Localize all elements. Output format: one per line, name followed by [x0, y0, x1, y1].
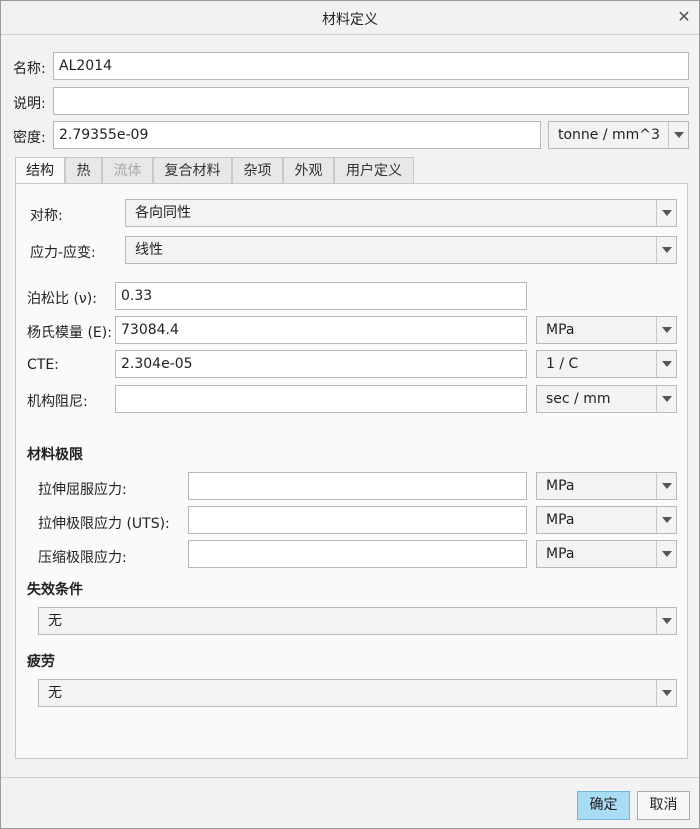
cte-label: CTE: — [27, 357, 59, 373]
chevron-down-icon — [668, 122, 688, 148]
fatigue-value: 无 — [48, 685, 62, 701]
density-label: 密度: — [13, 130, 46, 146]
name-input[interactable]: AL2014 — [53, 52, 689, 80]
density-unit-select[interactable]: tonne / mm^3 — [548, 121, 689, 149]
footer-divider — [1, 777, 699, 778]
title-bar: 材料定义 ✕ — [1, 1, 699, 35]
dialog-title: 材料定义 — [322, 12, 378, 28]
stress-strain-select[interactable]: 线性 — [125, 236, 677, 264]
tensile-yield-label: 拉伸屈服应力: — [38, 482, 127, 498]
young-modulus-label: 杨氏模量 (E): — [27, 325, 112, 341]
chevron-down-icon — [656, 608, 676, 634]
chevron-down-icon — [656, 317, 676, 343]
compressive-ultimate-unit: MPa — [546, 546, 575, 562]
tensile-ultimate-unit: MPa — [546, 512, 575, 528]
poisson-label: 泊松比 (ν): — [27, 291, 97, 307]
symmetry-value: 各向同性 — [135, 205, 191, 221]
tab-user-defined[interactable]: 用户定义 — [334, 157, 414, 184]
cte-input[interactable]: 2.304e-05 — [115, 350, 527, 378]
name-label: 名称: — [13, 61, 46, 77]
compressive-ultimate-unit-select[interactable]: MPa — [536, 540, 677, 568]
tab-thermal[interactable]: 热 — [65, 157, 102, 184]
tensile-ultimate-label: 拉伸极限应力 (UTS): — [38, 516, 170, 532]
chevron-down-icon — [656, 237, 676, 263]
tensile-yield-unit-select[interactable]: MPa — [536, 472, 677, 500]
chevron-down-icon — [656, 200, 676, 226]
structural-panel — [15, 183, 688, 759]
cte-unit-select[interactable]: 1 / C — [536, 350, 677, 378]
stress-strain-label: 应力-应变: — [30, 245, 96, 261]
damping-unit: sec / mm — [546, 391, 611, 407]
cte-unit: 1 / C — [546, 356, 579, 372]
damping-label: 机构阻尼: — [27, 394, 88, 410]
fatigue-select[interactable]: 无 — [38, 679, 677, 707]
tab-appearance[interactable]: 外观 — [283, 157, 334, 184]
compressive-ultimate-label: 压缩极限应力: — [38, 550, 127, 566]
chevron-down-icon — [656, 680, 676, 706]
tab-misc[interactable]: 杂项 — [232, 157, 283, 184]
chevron-down-icon — [656, 351, 676, 377]
chevron-down-icon — [656, 507, 676, 533]
tensile-ultimate-input[interactable] — [188, 506, 527, 534]
ok-button[interactable]: 确定 — [577, 791, 630, 820]
young-modulus-input[interactable]: 73084.4 — [115, 316, 527, 344]
fatigue-heading: 疲劳 — [27, 654, 55, 670]
symmetry-label: 对称: — [30, 208, 63, 224]
damping-unit-select[interactable]: sec / mm — [536, 385, 677, 413]
failure-criteria-value: 无 — [48, 613, 62, 629]
failure-criteria-heading: 失效条件 — [27, 582, 83, 598]
compressive-ultimate-input[interactable] — [188, 540, 527, 568]
density-input[interactable]: 2.79355e-09 — [53, 121, 541, 149]
tensile-ultimate-unit-select[interactable]: MPa — [536, 506, 677, 534]
close-icon[interactable]: ✕ — [673, 6, 695, 28]
poisson-input[interactable]: 0.33 — [115, 282, 527, 310]
material-definition-dialog: 材料定义 ✕ 名称: AL2014 说明: 密度: 2.79355e-09 to… — [0, 0, 700, 829]
material-limits-heading: 材料极限 — [27, 447, 83, 463]
tab-fluid: 流体 — [102, 157, 153, 184]
tensile-yield-input[interactable] — [188, 472, 527, 500]
young-modulus-unit-select[interactable]: MPa — [536, 316, 677, 344]
chevron-down-icon — [656, 473, 676, 499]
tab-structural[interactable]: 结构 — [15, 157, 65, 185]
chevron-down-icon — [656, 386, 676, 412]
failure-criteria-select[interactable]: 无 — [38, 607, 677, 635]
description-input[interactable] — [53, 87, 689, 115]
chevron-down-icon — [656, 541, 676, 567]
tensile-yield-unit: MPa — [546, 478, 575, 494]
cancel-button[interactable]: 取消 — [637, 791, 690, 820]
young-modulus-unit: MPa — [546, 322, 575, 338]
stress-strain-value: 线性 — [135, 242, 163, 258]
symmetry-select[interactable]: 各向同性 — [125, 199, 677, 227]
description-label: 说明: — [13, 96, 46, 112]
damping-input[interactable] — [115, 385, 527, 413]
density-unit-value: tonne / mm^3 — [558, 127, 660, 143]
tab-composite[interactable]: 复合材料 — [153, 157, 232, 184]
